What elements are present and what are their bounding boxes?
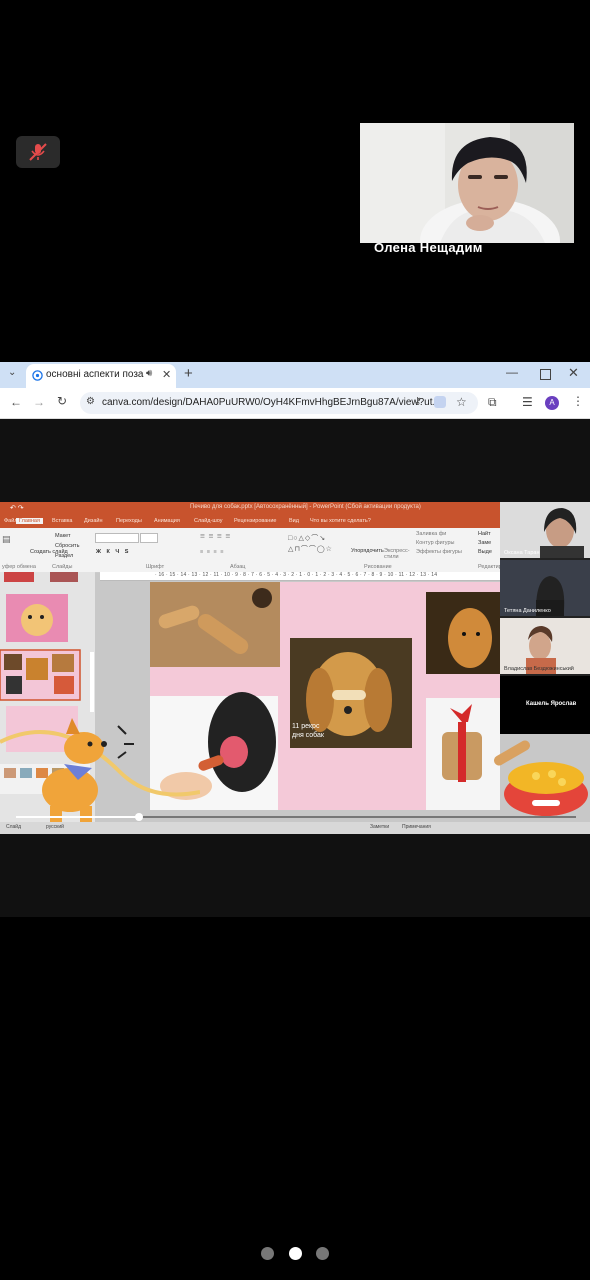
progress-bar[interactable] (16, 813, 576, 821)
participant-name: Владислав Бездюжинський (504, 666, 574, 672)
ppt-effects: Эффекты фигуры (416, 549, 462, 555)
ppt-ribbon-tabs: Файл Главная Вставка Дизайн Переходы Ани… (0, 516, 500, 528)
ppt-tab: Анимация (154, 518, 180, 524)
tab-title: основні аспекти позаауди (46, 369, 144, 380)
back-icon[interactable]: ← (10, 395, 22, 409)
ppt-align-buttons: ≡ ≡ ≡ ≡ (200, 549, 225, 555)
presenter-name: Олена Нещадим (374, 240, 483, 255)
paste-icon: ▤ (2, 534, 11, 544)
ppt-group-paragraph: Абзац (230, 564, 246, 570)
ppt-outline: Контур фигуры (416, 540, 455, 546)
slide-caption: 11 рекрс дня собак (292, 723, 324, 739)
ppt-group-drawing: Рисование (364, 564, 392, 570)
ppt-find: Найт (478, 531, 491, 537)
participant-name: Тетяна Даниленко (504, 608, 551, 614)
speaker-icon[interactable]: 🔊︎ (146, 368, 152, 379)
slide-canvas: 11 рекрс дня собак (150, 582, 500, 810)
profile-avatar[interactable]: A (545, 396, 559, 410)
ppt-tab: Переходы (116, 518, 142, 524)
browser-tab[interactable]: основні аспекти позаауди 🔊︎ ✕ (26, 364, 176, 388)
ppt-fill: Заливка фи (416, 531, 447, 537)
ppt-title: Печиво для собак.pptx [Автосохранённый] … (190, 504, 421, 510)
ppt-tab: Рецензирование (234, 518, 277, 524)
participant-name: Кашель Ярослав (526, 701, 577, 707)
ppt-quick-styles: Экспресс-стили (384, 548, 410, 560)
participant-tile[interactable]: Тетяна Даниленко (500, 560, 590, 616)
participant-gallery: Оксана Таран Тетяна Даниленко Владислав … (500, 502, 590, 734)
reading-list-icon[interactable]: ☰ (522, 395, 533, 409)
address-bar[interactable]: ⚙ canva.com/design/DAHA0PuURW0/OyH4KFmvH… (80, 392, 478, 414)
page-dot[interactable] (315, 1247, 329, 1260)
url-text: canva.com/design/DAHA0PuURW0/OyH4KFmvHhg… (102, 397, 441, 408)
ppt-status-bar: Слайд русский Заметки Примечания (0, 822, 590, 834)
bookmark-star-icon[interactable]: ☆ (456, 395, 467, 409)
tab-bar: ⌄ основні аспекти позаауди 🔊︎ ✕ + — ✕ (0, 362, 590, 388)
new-tab-icon[interactable]: + (184, 365, 193, 382)
globe-icon (32, 370, 43, 381)
ppt-ruler: · 16 · 15 · 14 · 13 · 12 · 11 · 10 · 9 ·… (100, 572, 500, 581)
ppt-tab: Слайд-шоу (194, 518, 223, 524)
undo-icon: ↶ ↷ (10, 505, 24, 512)
presenter-video[interactable] (360, 123, 574, 243)
ppt-group-clipboard: уфер обмена (2, 564, 36, 570)
ppt-tab-active: Главная (16, 518, 43, 524)
toolbar: ← → ↻ ⚙ canva.com/design/DAHA0PuURW0/OyH… (0, 388, 590, 419)
participant-tile[interactable]: Кашель Ярослав (500, 676, 590, 734)
ppt-layout: Макет (55, 533, 71, 539)
minimize-icon[interactable]: — (506, 365, 518, 379)
tab-close-icon[interactable]: ✕ (162, 368, 171, 381)
ppt-status-notes: Заметки (370, 824, 390, 830)
menu-icon[interactable]: ⋮ (572, 394, 584, 408)
presentation-view[interactable]: ↶ ↷ Печиво для собак.pptx [Автосохранённ… (0, 502, 590, 834)
reload-icon[interactable]: ↻ (57, 394, 67, 408)
ppt-ribbon: ▤ Создать слайд Макет Сбросить Раздел Ж … (0, 528, 502, 573)
ppt-status-comments: Примечания (402, 824, 431, 830)
ppt-section: Раздел (55, 553, 74, 559)
ppt-group-font: Шрифт (146, 564, 165, 570)
ppt-tab: Вид (289, 518, 299, 524)
ppt-paragraph-buttons: ☰ ☰ ☰ ☰ (200, 534, 232, 540)
ppt-reset: Сбросить (55, 543, 80, 549)
ppt-group-edit: Редактир (478, 564, 502, 570)
ppt-arrange: Упорядочить (351, 548, 384, 554)
participant-tile[interactable]: Владислав Бездюжинський (500, 618, 590, 674)
forward-icon[interactable]: → (33, 395, 45, 409)
extensions-icon[interactable]: ⧉ (488, 395, 497, 410)
ppt-group-slides: Слайды (52, 564, 73, 570)
site-info-icon[interactable]: ⚙ (86, 396, 95, 407)
page-dot[interactable] (260, 1247, 274, 1260)
ppt-status-slide: Слайд (6, 824, 22, 830)
ppt-tab: Дизайн (84, 518, 103, 524)
mute-button[interactable] (16, 136, 60, 168)
participant-name: Оксана Таран (504, 550, 540, 556)
ppt-tab: Вставка (52, 518, 73, 524)
ppt-shapes-gallery: □○△◇⌒↘ (288, 535, 327, 542)
ppt-title-bar: ↶ ↷ Печиво для собак.pptx [Автосохранённ… (0, 502, 500, 516)
ppt-font-box (95, 533, 139, 543)
shared-screen[interactable]: ⌄ основні аспекти позаауди 🔊︎ ✕ + — ✕ ← … (0, 362, 590, 917)
window-close-icon[interactable]: ✕ (568, 365, 579, 381)
slide-images (150, 582, 500, 810)
page-dot-active[interactable] (288, 1247, 302, 1260)
mic-off-icon (29, 143, 47, 161)
ppt-font-size-box (140, 533, 158, 543)
ppt-format-buttons: Ж К Ч S (96, 549, 131, 555)
progress-fill (16, 816, 140, 818)
dog-bowl-sticker (494, 740, 588, 816)
participant-tile[interactable]: Оксана Таран (500, 502, 590, 558)
ppt-tab-search: Что вы хотите сделать? (310, 518, 371, 524)
ppt-shapes-gallery-2: △⊓⌒⌒◯☆ (288, 546, 333, 553)
lens-icon[interactable] (434, 396, 446, 408)
ppt-replace: Заме (478, 540, 492, 546)
chevron-down-icon[interactable]: ⌄ (8, 367, 16, 378)
ppt-ruler-text: · 16 · 15 · 14 · 13 · 12 · 11 · 10 · 9 ·… (155, 572, 438, 578)
ppt-select: Выде (478, 549, 492, 555)
ppt-status-language: русский (46, 824, 64, 830)
presenter-video-frame (360, 123, 574, 243)
maximize-icon[interactable] (540, 369, 551, 380)
key-icon[interactable]: ⚷ (414, 396, 421, 407)
